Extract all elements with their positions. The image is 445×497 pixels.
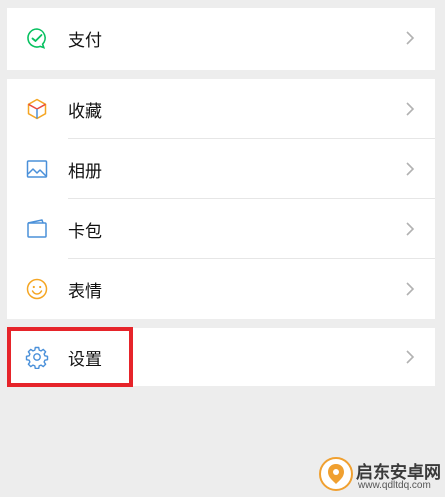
menu-item-label: 表情 xyxy=(68,281,102,301)
menu-item-album[interactable]: 相册 xyxy=(7,139,435,199)
chevron-right-icon xyxy=(405,281,415,297)
album-image-icon xyxy=(25,157,49,181)
menu-group-pay: 支付 xyxy=(7,8,435,70)
watermark-logo-icon xyxy=(318,456,354,492)
chevron-right-icon xyxy=(405,30,415,46)
menu-item-stickers[interactable]: 表情 xyxy=(7,259,435,319)
menu-group-main: 收藏 相册 卡包 表情 xyxy=(7,79,435,319)
chevron-right-icon xyxy=(405,101,415,117)
menu-group-settings: 设置 xyxy=(7,328,435,386)
menu-item-pay[interactable]: 支付 xyxy=(7,8,435,68)
favorites-cube-icon xyxy=(25,97,49,121)
menu-item-favorites[interactable]: 收藏 xyxy=(7,79,435,139)
watermark: 启东安卓网 www.qdltdq.com xyxy=(310,452,445,497)
chevron-right-icon xyxy=(405,221,415,237)
menu-item-label: 支付 xyxy=(68,30,102,50)
menu-item-label: 卡包 xyxy=(68,221,102,241)
menu-item-label: 相册 xyxy=(68,161,102,181)
chevron-right-icon xyxy=(405,161,415,177)
watermark-url: www.qdltdq.com xyxy=(358,480,431,491)
menu-item-cards[interactable]: 卡包 xyxy=(7,199,435,259)
menu-item-label: 设置 xyxy=(68,349,102,369)
smiley-icon xyxy=(25,277,49,301)
menu-item-label: 收藏 xyxy=(68,101,102,121)
pay-icon xyxy=(25,26,49,50)
gear-icon xyxy=(25,345,49,369)
chevron-right-icon xyxy=(405,349,415,365)
card-wallet-icon xyxy=(25,217,49,241)
menu-item-settings[interactable]: 设置 xyxy=(7,328,435,386)
